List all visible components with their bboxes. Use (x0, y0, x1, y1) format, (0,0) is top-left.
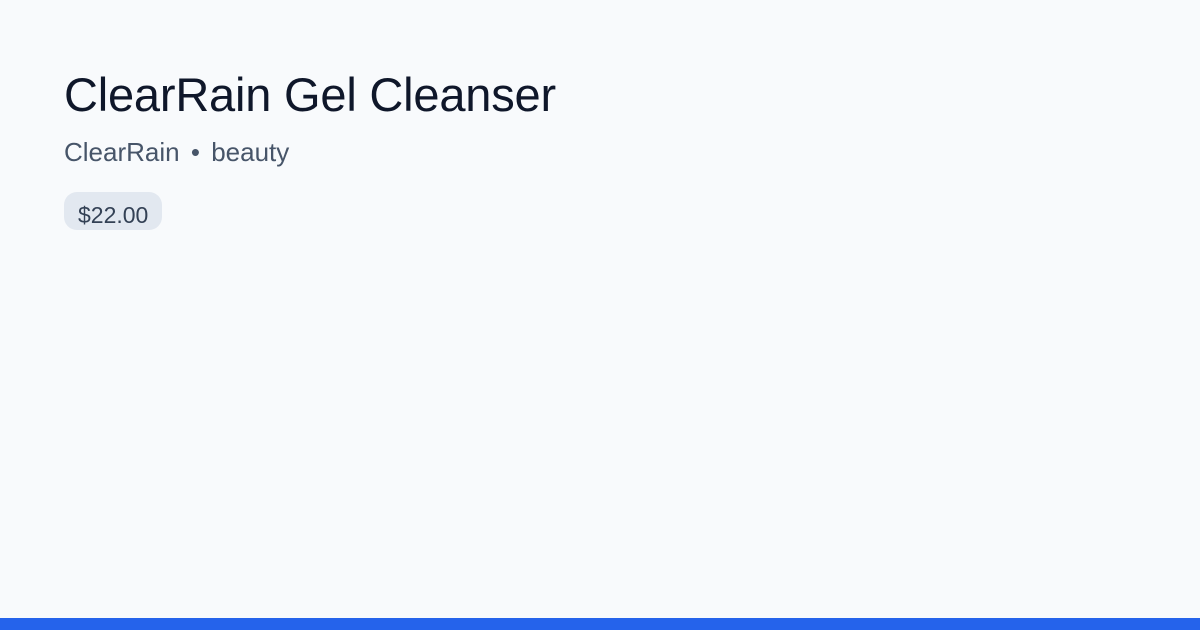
category-name: beauty (211, 137, 290, 167)
brand-name: ClearRain (64, 137, 180, 167)
price-badge: $22.00 (64, 192, 163, 230)
product-title: ClearRain Gel Cleanser (64, 68, 556, 121)
share-card: { "product": { "title": "ClearRain Gel C… (0, 0, 1200, 630)
product-meta: ClearRain • beauty (64, 136, 1136, 168)
meta-separator: • (190, 137, 200, 167)
accent-bar (0, 618, 1200, 630)
product-summary: ClearRain Gel Cleanser ClearRain • beaut… (64, 66, 1136, 235)
